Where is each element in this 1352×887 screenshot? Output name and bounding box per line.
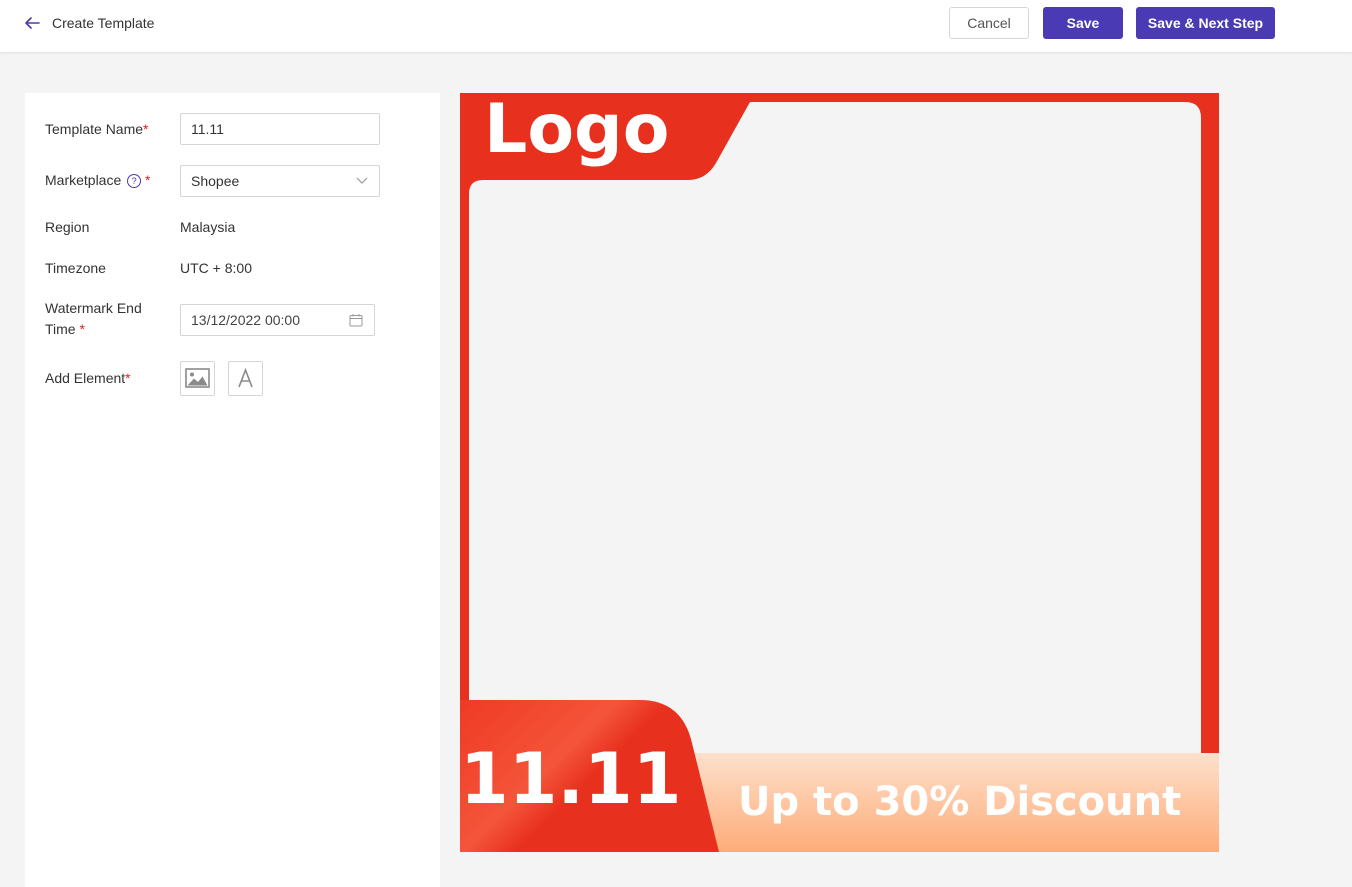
chevron-down-icon bbox=[356, 177, 368, 184]
marketplace-label: Marketplace ? * bbox=[45, 172, 151, 188]
watermark-end-time-value: 13/12/2022 00:00 bbox=[191, 312, 300, 328]
preview-date-text[interactable]: 11.11 bbox=[460, 738, 681, 820]
add-text-button[interactable] bbox=[228, 361, 263, 396]
preview-logo-text[interactable]: Logo bbox=[484, 93, 669, 169]
calendar-icon bbox=[349, 314, 363, 327]
region-label: Region bbox=[45, 219, 90, 235]
region-value: Malaysia bbox=[180, 219, 236, 235]
marketplace-selected-value: Shopee bbox=[191, 173, 240, 189]
page-title: Create Template bbox=[52, 15, 155, 31]
watermark-end-time-picker[interactable]: 13/12/2022 00:00 bbox=[180, 304, 375, 336]
image-icon bbox=[185, 368, 210, 388]
timezone-value: UTC + 8:00 bbox=[180, 260, 252, 276]
help-icon[interactable]: ? bbox=[127, 174, 142, 188]
save-next-step-button[interactable]: Save & Next Step bbox=[1136, 7, 1275, 39]
add-image-button[interactable] bbox=[180, 361, 215, 396]
timezone-label: Timezone bbox=[45, 260, 106, 276]
watermark-end-time-label: Watermark End Time * bbox=[45, 300, 142, 337]
cancel-button[interactable]: Cancel bbox=[949, 7, 1029, 39]
text-icon bbox=[238, 367, 253, 388]
back-arrow-icon[interactable] bbox=[22, 13, 42, 33]
template-form: Template Name* Marketplace ? * Shopee Re… bbox=[25, 93, 440, 887]
template-preview: Logo 11.11 Up to 30% Discount bbox=[460, 93, 1219, 852]
marketplace-select[interactable]: Shopee bbox=[180, 165, 380, 197]
add-element-label: Add Element* bbox=[45, 370, 131, 386]
top-bar: Create Template Cancel Save Save & Next … bbox=[0, 0, 1352, 52]
template-name-input[interactable] bbox=[180, 113, 380, 145]
save-button[interactable]: Save bbox=[1043, 7, 1123, 39]
preview-discount-text[interactable]: Up to 30% Discount bbox=[738, 779, 1181, 825]
template-name-label: Template Name* bbox=[45, 121, 149, 137]
